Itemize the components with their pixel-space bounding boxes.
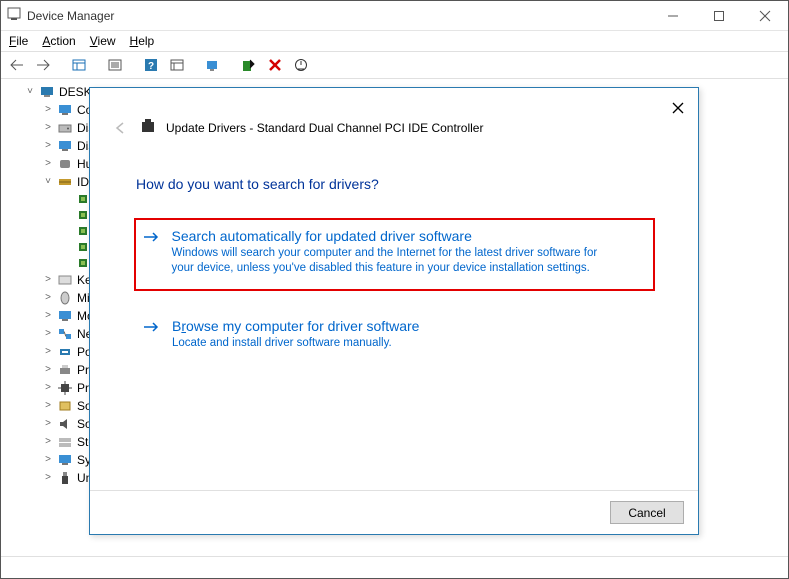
option-browse-computer[interactable]: Browse my computer for driver software L… xyxy=(136,310,652,364)
device-manager-window: Device Manager File Action View Help xyxy=(0,0,789,579)
toolbar-show-hide-icon[interactable] xyxy=(67,54,91,76)
wizard-back-icon[interactable] xyxy=(110,118,130,138)
update-driver-wizard: Update Drivers - Standard Dual Channel P… xyxy=(89,87,699,535)
chevron-right-icon[interactable]: > xyxy=(43,451,53,469)
sound-icon xyxy=(57,416,73,432)
menu-view[interactable]: View xyxy=(90,34,116,48)
toolbar-scan-icon[interactable] xyxy=(201,54,225,76)
chevron-right-icon[interactable]: > xyxy=(43,137,53,155)
chevron-right-icon[interactable]: > xyxy=(43,397,53,415)
toolbar-uninstall-icon[interactable] xyxy=(263,54,287,76)
chevron-right-icon[interactable]: > xyxy=(43,361,53,379)
toolbar-update-driver-icon[interactable] xyxy=(237,54,261,76)
svg-text:?: ? xyxy=(148,61,154,72)
toolbar-disable-icon[interactable] xyxy=(289,54,313,76)
wizard-device-icon xyxy=(140,119,156,138)
storage-icon xyxy=(57,434,73,450)
chevron-right-icon[interactable]: > xyxy=(43,119,53,137)
cpu-icon xyxy=(57,380,73,396)
option2-title: Browse my computer for driver software xyxy=(172,318,419,334)
monitor-icon xyxy=(57,308,73,324)
keyboard-icon xyxy=(57,272,73,288)
close-button[interactable] xyxy=(742,1,788,31)
toolbar: ? xyxy=(1,51,788,79)
toolbar-list-icon[interactable] xyxy=(165,54,189,76)
monitor-icon xyxy=(57,138,73,154)
chevron-right-icon[interactable]: > xyxy=(43,289,53,307)
chevron-right-icon[interactable]: > xyxy=(43,325,53,343)
chevron-right-icon[interactable]: > xyxy=(43,343,53,361)
arrow-right-icon xyxy=(142,318,160,352)
menu-help[interactable]: Help xyxy=(130,34,155,48)
chevron-right-icon[interactable]: > xyxy=(43,271,53,289)
wizard-close-button[interactable] xyxy=(666,96,690,120)
menu-action[interactable]: Action xyxy=(42,34,75,48)
option-search-automatically[interactable]: Search automatically for updated driver … xyxy=(134,218,655,291)
option2-desc: Locate and install driver software manua… xyxy=(172,336,419,352)
status-bar xyxy=(1,556,788,578)
titlebar: Device Manager xyxy=(1,1,788,31)
arrow-right-icon xyxy=(142,228,160,277)
chevron-right-icon[interactable]: > xyxy=(43,379,53,397)
usb-icon xyxy=(57,470,73,486)
soft-icon xyxy=(57,398,73,414)
wizard-title: Update Drivers - Standard Dual Channel P… xyxy=(166,121,483,135)
drive-icon xyxy=(57,120,73,136)
monitor-icon xyxy=(57,102,73,118)
maximize-button[interactable] xyxy=(696,1,742,31)
toolbar-properties-icon[interactable] xyxy=(103,54,127,76)
mouse-icon xyxy=(57,290,73,306)
chevron-right-icon[interactable]: > xyxy=(43,433,53,451)
chevron-right-icon[interactable]: > xyxy=(43,155,53,173)
minimize-button[interactable] xyxy=(650,1,696,31)
printer-icon xyxy=(57,362,73,378)
chevron-down-icon[interactable]: ˅ xyxy=(25,83,35,101)
chevron-right-icon[interactable]: > xyxy=(43,307,53,325)
menubar: File Action View Help xyxy=(1,31,788,51)
toolbar-help-icon[interactable]: ? xyxy=(139,54,163,76)
toolbar-forward-icon[interactable] xyxy=(31,54,55,76)
ide-icon xyxy=(57,174,73,190)
chevron-down-icon[interactable]: ˅ xyxy=(43,173,53,191)
chevron-right-icon[interactable]: > xyxy=(43,469,53,487)
option1-desc: Windows will search your computer and th… xyxy=(172,246,602,277)
window-title: Device Manager xyxy=(27,9,114,23)
cancel-button[interactable]: Cancel xyxy=(610,501,684,524)
network-icon xyxy=(57,326,73,342)
computer-icon xyxy=(39,84,55,100)
wizard-heading: How do you want to search for drivers? xyxy=(136,176,652,192)
toolbar-back-icon[interactable] xyxy=(5,54,29,76)
menu-file[interactable]: File xyxy=(9,34,28,48)
app-icon xyxy=(7,7,21,24)
port-icon xyxy=(57,344,73,360)
chevron-right-icon[interactable]: > xyxy=(43,415,53,433)
option1-title: Search automatically for updated driver … xyxy=(172,228,602,244)
chevron-right-icon[interactable]: > xyxy=(43,101,53,119)
system-icon xyxy=(57,452,73,468)
hid-icon xyxy=(57,156,73,172)
